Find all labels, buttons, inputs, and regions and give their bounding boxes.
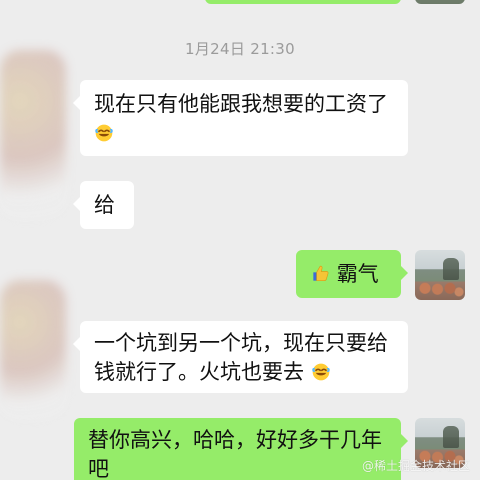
sender-avatar[interactable]: [415, 250, 465, 300]
outgoing-message[interactable]: 替你高兴，哈哈，好好多干几年 吧: [74, 418, 408, 480]
message-text-line-2: 钱就行了。火坑也要去: [94, 360, 304, 384]
incoming-message[interactable]: 一个坑到另一个坑，现在只要给 钱就行了。火坑也要去: [73, 321, 408, 393]
thumbs-up-emoji: [313, 265, 329, 281]
contact-avatar[interactable]: [0, 280, 66, 420]
outgoing-message[interactable]: 霸气: [296, 250, 408, 298]
contact-avatar[interactable]: [0, 50, 66, 220]
watermark-text: @稀土掘金技术社区: [361, 459, 470, 473]
message-text: 霸气: [336, 262, 379, 286]
message-text: 现在只有他能跟我想要的工资了: [94, 92, 388, 116]
sender-avatar[interactable]: [415, 0, 465, 4]
chat-view: 1月24日 21:30 现在只有他能跟我想要的工资了 给 霸气 一个坑到另一个坑…: [0, 0, 480, 480]
incoming-message[interactable]: 现在只有他能跟我想要的工资了: [73, 80, 408, 156]
message-text-line-1: 一个坑到另一个坑，现在只要给: [94, 331, 388, 355]
laughing-face-emoji: [95, 124, 113, 142]
previous-outgoing-message[interactable]: [205, 0, 401, 4]
message-text-line-2: 吧: [88, 457, 109, 480]
laughing-face-emoji: [311, 363, 330, 381]
message-text-line-1: 替你高兴，哈哈，好好多干几年: [88, 428, 382, 452]
incoming-message[interactable]: 给: [73, 181, 134, 229]
message-text: 给: [94, 193, 115, 217]
message-timestamp: 1月24日 21:30: [185, 40, 295, 58]
